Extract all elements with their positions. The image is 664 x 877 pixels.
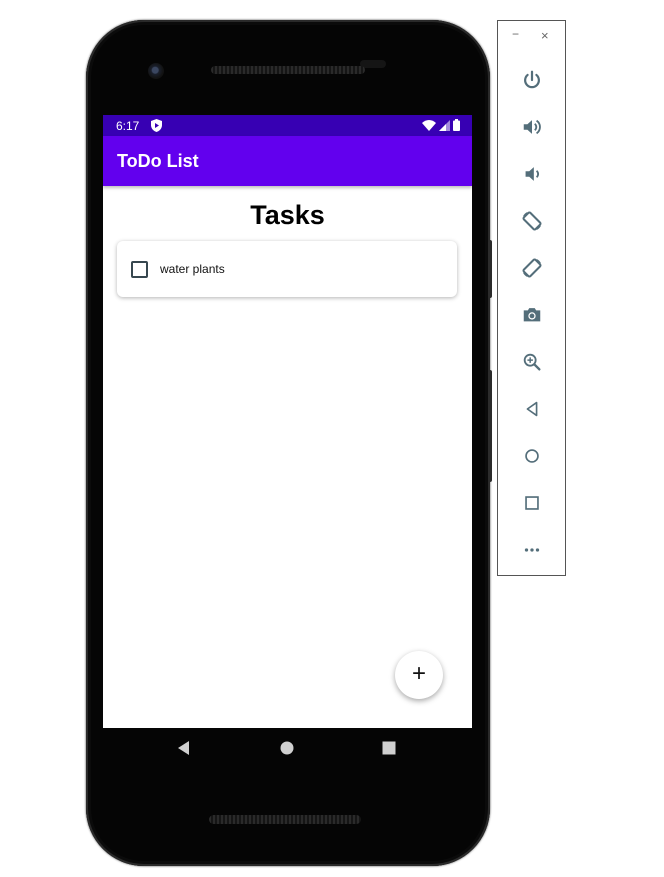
- rotate-left-icon: [522, 211, 542, 231]
- task-card[interactable]: water plants: [117, 241, 457, 297]
- task-label: water plants: [160, 262, 225, 276]
- volume-down-icon: [525, 167, 539, 181]
- volume-up-icon: [523, 119, 541, 135]
- task-checkbox[interactable]: [131, 261, 148, 278]
- status-bar: 6:17: [103, 115, 472, 136]
- app-bar: ToDo List: [103, 136, 472, 186]
- shield-icon: [151, 119, 162, 132]
- overview-icon: [525, 496, 539, 510]
- back-icon: [526, 401, 538, 417]
- phone-power-key: [488, 240, 492, 298]
- emulator-toolbar: − ×: [497, 20, 566, 576]
- status-icons: [422, 119, 460, 131]
- volume-down-button[interactable]: [518, 160, 546, 188]
- back-button[interactable]: [518, 395, 546, 423]
- screenshot-button[interactable]: [518, 301, 546, 329]
- power-icon: [524, 70, 540, 89]
- volume-up-button[interactable]: [518, 113, 546, 141]
- minimize-button[interactable]: −: [512, 27, 519, 41]
- zoom-button[interactable]: [518, 348, 546, 376]
- app-title: ToDo List: [117, 151, 199, 171]
- camera-icon: [523, 308, 541, 322]
- phone-screen: 6:17 ToDo List Tasks water plants +: [103, 115, 472, 728]
- zoom-icon: [523, 353, 541, 371]
- earpiece-speaker: [211, 66, 365, 74]
- more-button[interactable]: [518, 536, 546, 564]
- bottom-speaker: [209, 815, 361, 824]
- front-camera: [148, 63, 164, 79]
- rotate-right-icon: [522, 258, 542, 278]
- wifi-icon: [422, 119, 436, 131]
- add-task-button[interactable]: +: [395, 651, 443, 699]
- back-icon[interactable]: [174, 738, 194, 758]
- close-button[interactable]: ×: [541, 28, 549, 43]
- recents-icon[interactable]: [379, 738, 399, 758]
- cell-signal-icon: [439, 119, 450, 131]
- home-icon: [525, 449, 539, 463]
- home-button[interactable]: [518, 442, 546, 470]
- power-button[interactable]: [518, 66, 546, 94]
- battery-icon: [453, 119, 460, 131]
- page-title: Tasks: [250, 200, 325, 230]
- home-icon[interactable]: [277, 738, 297, 758]
- status-time: 6:17: [116, 119, 140, 133]
- rotate-left-button[interactable]: [518, 207, 546, 235]
- phone-volume-key: [488, 370, 492, 482]
- navigation-bar: [103, 728, 472, 770]
- window-controls: − ×: [498, 27, 565, 43]
- rotate-right-button[interactable]: [518, 254, 546, 282]
- overview-button[interactable]: [518, 489, 546, 517]
- more-icon: [524, 548, 540, 552]
